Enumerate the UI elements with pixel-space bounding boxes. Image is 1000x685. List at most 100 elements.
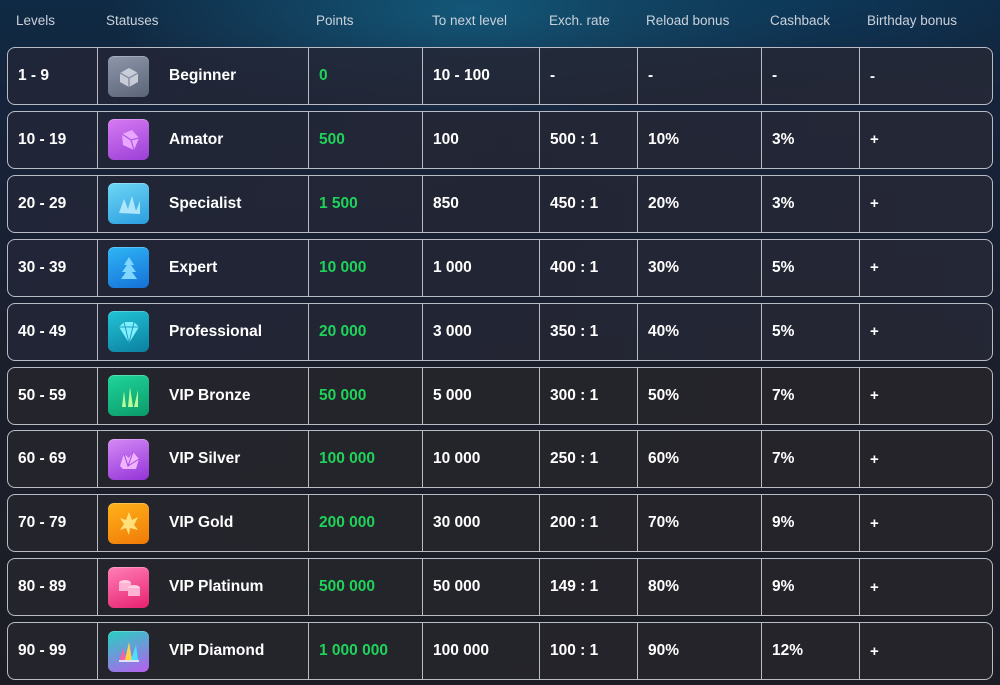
cashback-cell: 9% bbox=[761, 495, 859, 552]
cashback-cell: 5% bbox=[761, 303, 859, 360]
cashback-value: 3% bbox=[772, 130, 795, 148]
levels-cell: 40 - 49 bbox=[8, 304, 97, 360]
exch-rate-value: 300 : 1 bbox=[550, 386, 599, 404]
to-next-level-cell: 100 000 bbox=[422, 623, 539, 680]
exch-rate-value: 400 : 1 bbox=[550, 258, 599, 276]
reload-bonus-cell: 90% bbox=[637, 623, 761, 680]
exch-rate-cell: 450 : 1 bbox=[539, 175, 637, 232]
table-row-6: 50 - 59 VIP Bronze 50 000 5 000 300 : 1 … bbox=[7, 366, 993, 425]
to-next-level-value: 100 bbox=[433, 130, 459, 148]
reload-bonus-cell: 20% bbox=[637, 175, 761, 232]
birthday-bonus-cell: + bbox=[859, 175, 992, 232]
points-cell: 1 000 000 bbox=[308, 623, 422, 680]
status-cell: VIP Bronze bbox=[97, 367, 308, 424]
table-header: Levels Statuses Points To next level Exc… bbox=[0, 0, 1000, 44]
points-value: 1 000 000 bbox=[319, 642, 388, 660]
points-cell: 500 000 bbox=[308, 559, 422, 616]
levels-value: 1 - 9 bbox=[18, 67, 50, 84]
points-cell: 10 000 bbox=[308, 239, 422, 296]
table-row-9: 80 - 89 VIP Platinum 500 000 50 000 149 … bbox=[7, 558, 993, 617]
to-next-level-value: 10 000 bbox=[433, 450, 481, 468]
reload-bonus-cell: 60% bbox=[637, 431, 761, 488]
cashback-cell: 12% bbox=[761, 623, 859, 680]
cashback-value: 9% bbox=[772, 514, 795, 532]
levels-value: 10 - 19 bbox=[18, 130, 67, 148]
points-value: 100 000 bbox=[319, 450, 376, 468]
table-row-1: 1 - 9 Beginner 0 10 - 100 - - - - bbox=[7, 47, 993, 105]
levels-cell: 60 - 69 bbox=[8, 431, 97, 487]
exch-rate-cell: 350 : 1 bbox=[539, 303, 637, 360]
levels-cell: 30 - 39 bbox=[8, 240, 97, 296]
exch-rate-cell: 100 : 1 bbox=[539, 623, 637, 680]
birthday-bonus-cell: + bbox=[859, 559, 992, 616]
cashback-value: 7% bbox=[772, 386, 795, 404]
reload-bonus-cell: 40% bbox=[637, 303, 761, 360]
cashback-value: 3% bbox=[772, 194, 795, 212]
to-next-level-value: 850 bbox=[433, 194, 459, 212]
status-badge bbox=[108, 55, 149, 97]
birthday-bonus-value: + bbox=[870, 323, 879, 341]
to-next-level-value: 5 000 bbox=[433, 386, 472, 404]
reload-bonus-value: 30% bbox=[648, 258, 680, 276]
birthday-bonus-cell: + bbox=[859, 239, 992, 296]
amethyst-icon bbox=[114, 444, 144, 474]
points-value: 500 000 bbox=[319, 578, 376, 596]
cashback-cell: - bbox=[761, 48, 859, 104]
reload-bonus-cell: 70% bbox=[637, 495, 761, 552]
cashback-value: 5% bbox=[772, 258, 795, 276]
table-row-7: 60 - 69 VIP Silver 100 000 10 000 250 : … bbox=[7, 430, 993, 489]
exch-rate-value: 100 : 1 bbox=[550, 642, 599, 660]
levels-cell: 20 - 29 bbox=[8, 176, 97, 232]
reload-bonus-value: 40% bbox=[648, 322, 680, 340]
to-next-level-cell: 100 bbox=[422, 111, 539, 168]
exch-rate-cell: 300 : 1 bbox=[539, 367, 637, 424]
birthday-bonus-value: + bbox=[870, 195, 879, 213]
birthday-bonus-cell: + bbox=[859, 367, 992, 424]
reload-bonus-cell: 80% bbox=[637, 559, 761, 616]
exch-rate-cell: 149 : 1 bbox=[539, 559, 637, 616]
levels-cell: 80 - 89 bbox=[8, 559, 97, 615]
status-name: VIP Gold bbox=[169, 514, 234, 532]
status-name: Beginner bbox=[169, 67, 237, 84]
to-next-level-cell: 850 bbox=[422, 175, 539, 232]
table-row-5: 40 - 49 Professional 20 000 3 000 350 : … bbox=[7, 302, 993, 361]
exch-rate-value: 450 : 1 bbox=[550, 194, 599, 212]
to-next-level-value: 10 - 100 bbox=[433, 67, 490, 84]
reload-bonus-value: 60% bbox=[648, 450, 680, 468]
status-badge bbox=[108, 375, 149, 416]
table-row-10: 90 - 99 VIP Diamond 1 000 000 100 000 10… bbox=[7, 622, 993, 681]
rainbow-crystals-icon bbox=[114, 636, 144, 666]
status-badge bbox=[108, 630, 149, 672]
status-cell: Amator bbox=[97, 111, 308, 168]
points-cell: 20 000 bbox=[308, 303, 422, 360]
reload-bonus-cell: 10% bbox=[637, 111, 761, 168]
levels-value: 80 - 89 bbox=[18, 578, 67, 596]
header-exch-rate: Exch. rate bbox=[549, 13, 610, 28]
levels-value: 60 - 69 bbox=[18, 450, 67, 468]
levels-value: 50 - 59 bbox=[18, 386, 67, 404]
points-cell: 100 000 bbox=[308, 431, 422, 488]
status-badge bbox=[108, 247, 149, 289]
exch-rate-value: - bbox=[550, 67, 556, 84]
exch-rate-value: 200 : 1 bbox=[550, 514, 599, 532]
reload-bonus-value: - bbox=[648, 67, 654, 84]
points-value: 10 000 bbox=[319, 258, 367, 276]
levels-cell: 50 - 59 bbox=[8, 368, 97, 424]
table-row-3: 20 - 29 Specialist 1 500 850 450 : 1 20%… bbox=[7, 174, 993, 233]
purple-gem-icon bbox=[114, 125, 144, 155]
status-name: Expert bbox=[169, 258, 218, 276]
status-name: VIP Silver bbox=[169, 450, 241, 468]
points-cell: 500 bbox=[308, 111, 422, 168]
cashback-value: 5% bbox=[772, 322, 795, 340]
pink-coins-icon bbox=[114, 572, 144, 602]
points-value: 20 000 bbox=[319, 322, 367, 340]
cashback-value: - bbox=[772, 67, 778, 84]
status-name: VIP Platinum bbox=[169, 578, 264, 596]
status-cell: VIP Platinum bbox=[97, 559, 308, 616]
status-badge bbox=[108, 311, 149, 353]
exch-rate-cell: - bbox=[539, 48, 637, 104]
exch-rate-value: 149 : 1 bbox=[550, 578, 599, 596]
points-value: 200 000 bbox=[319, 514, 376, 532]
status-cell: Specialist bbox=[97, 175, 308, 232]
to-next-level-cell: 30 000 bbox=[422, 495, 539, 552]
